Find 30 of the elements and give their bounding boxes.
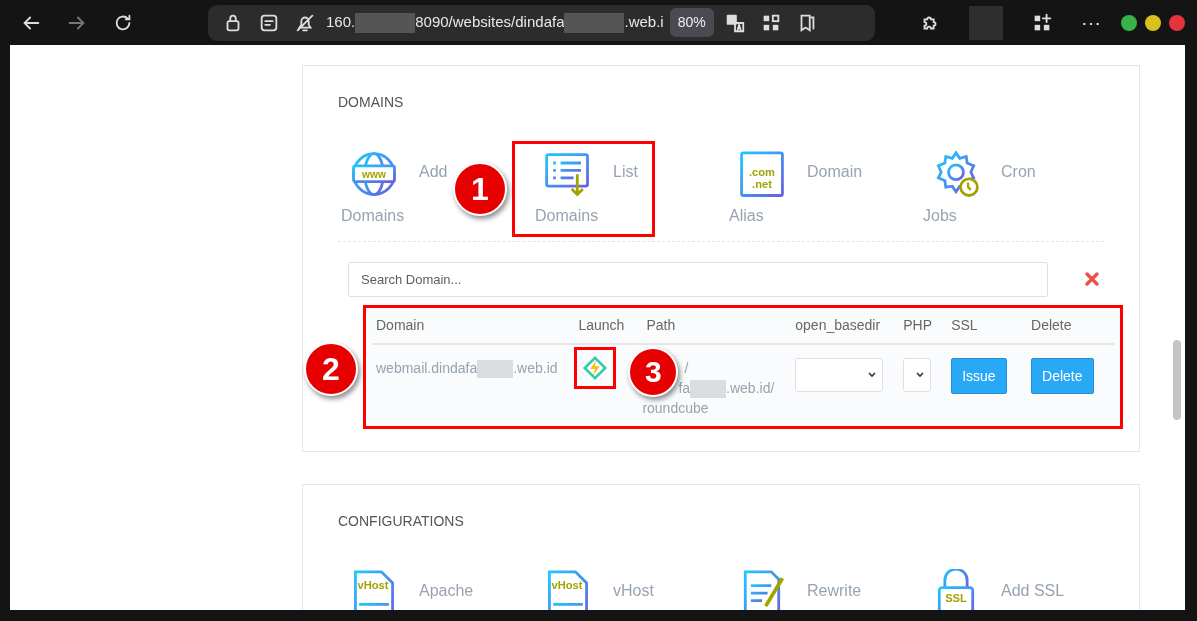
issue-button[interactable]: Issue	[951, 357, 1007, 394]
column-header: PHP	[899, 307, 948, 344]
menu-tile[interactable]: Cron Jobs	[900, 140, 1039, 237]
menu-tile[interactable]: .com .net Domain Alias	[706, 140, 866, 237]
step-marker: 3	[628, 346, 679, 397]
delete-button[interactable]: Delete	[1031, 357, 1094, 394]
step-marker: 2	[304, 341, 358, 396]
section-title: DOMAINS	[338, 94, 405, 111]
table-cell: webmail.dindafa .web.id	[372, 343, 575, 427]
menu-tile[interactable]: vHost vHost	[512, 559, 657, 610]
search-field[interactable]: Search Domain...	[348, 261, 1048, 297]
path-text: fa .web.id/	[678, 379, 775, 396]
column-header: SSL	[947, 307, 1028, 344]
step-marker: 1	[453, 161, 507, 216]
menu-tile[interactable]: vHost Apache	[318, 559, 477, 610]
column-header: Launch	[574, 307, 643, 344]
column-header: Path	[642, 307, 792, 344]
path-text: /	[684, 359, 689, 376]
path-text: roundcube	[642, 400, 709, 417]
column-header: Delete	[1027, 307, 1114, 344]
menu-tile[interactable]: Rewrite	[706, 559, 865, 610]
address-bar[interactable]: 160. 8090/websites/dindafa .web.i 80%	[208, 4, 875, 41]
column-header: Domain	[372, 307, 575, 344]
address-text: 160. 8090/websites/dindafa .web.i	[326, 11, 664, 34]
menu-tile[interactable]: www Add Domains	[318, 140, 451, 237]
menu-tile[interactable]: SSL Add SSL	[900, 559, 1068, 610]
section-title: CONFIGURATIONS	[338, 513, 465, 530]
more-button[interactable]: ⋯	[1081, 7, 1101, 38]
column-header: open_basedir	[791, 307, 900, 344]
zoom-badge[interactable]: 80%	[669, 8, 714, 37]
